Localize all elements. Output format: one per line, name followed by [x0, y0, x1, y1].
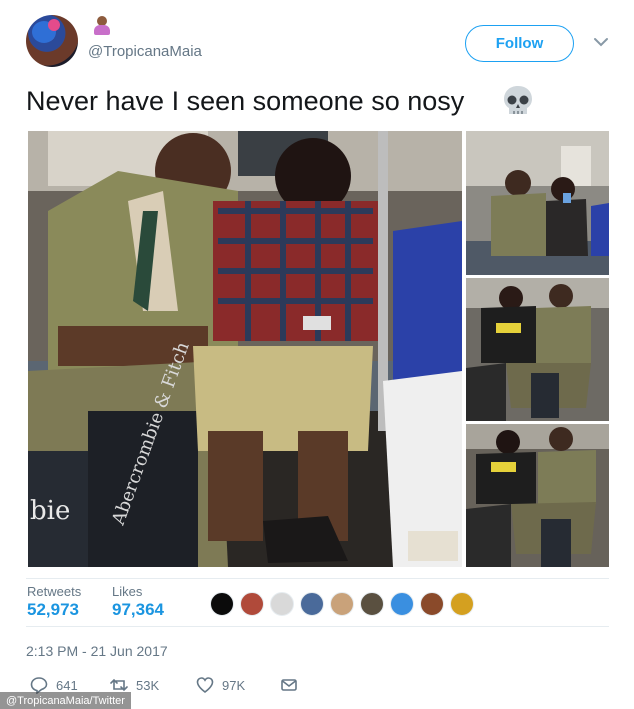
- like-button[interactable]: 97K: [196, 674, 245, 696]
- retweets-label[interactable]: Retweets: [27, 584, 81, 599]
- likers-avatars: [210, 590, 480, 618]
- liker-avatar[interactable]: [240, 592, 264, 616]
- tweet-photo-main[interactable]: bie Abercrombie & Fitch: [28, 131, 462, 567]
- tweet-photo-side-3[interactable]: [466, 424, 609, 567]
- divider: [26, 626, 609, 627]
- liker-avatar[interactable]: [300, 592, 324, 616]
- divider: [26, 578, 609, 579]
- user-handle[interactable]: @TropicanaMaia: [88, 43, 202, 60]
- liker-avatar[interactable]: [360, 592, 384, 616]
- liker-avatar[interactable]: [210, 592, 234, 616]
- image-credit: @TropicanaMaia/Twitter: [0, 692, 131, 709]
- liker-avatar[interactable]: [270, 592, 294, 616]
- avatar[interactable]: [26, 15, 78, 67]
- tweet-photo-side-2[interactable]: [466, 278, 609, 421]
- liker-avatar[interactable]: [390, 592, 414, 616]
- reply-count: 641: [56, 677, 78, 693]
- liker-avatar[interactable]: [420, 592, 444, 616]
- tweet-photo-side-1[interactable]: [466, 131, 609, 275]
- liker-avatar[interactable]: [330, 592, 354, 616]
- tweet-text: Never have I seen someone so nosy: [26, 86, 465, 116]
- chevron-down-icon[interactable]: [590, 33, 612, 51]
- likes-label[interactable]: Likes: [112, 584, 142, 599]
- skull-emoji-icon: [501, 84, 535, 118]
- retweets-count[interactable]: 52,973: [27, 600, 79, 620]
- bag-logo-text: bie: [30, 496, 70, 526]
- follow-button[interactable]: Follow: [465, 25, 574, 62]
- woman-facepalming-emoji-icon: [93, 16, 111, 36]
- heart-icon: [196, 677, 214, 694]
- likes-count[interactable]: 97,364: [112, 600, 164, 620]
- envelope-icon: [281, 679, 297, 691]
- direct-message-button[interactable]: [280, 674, 306, 696]
- like-count: 97K: [222, 677, 246, 693]
- liker-avatar[interactable]: [450, 592, 474, 616]
- avatar-flower: [48, 19, 60, 31]
- tweet-timestamp[interactable]: 2:13 PM - 21 Jun 2017: [26, 643, 168, 659]
- retweet-count: 53K: [136, 677, 160, 693]
